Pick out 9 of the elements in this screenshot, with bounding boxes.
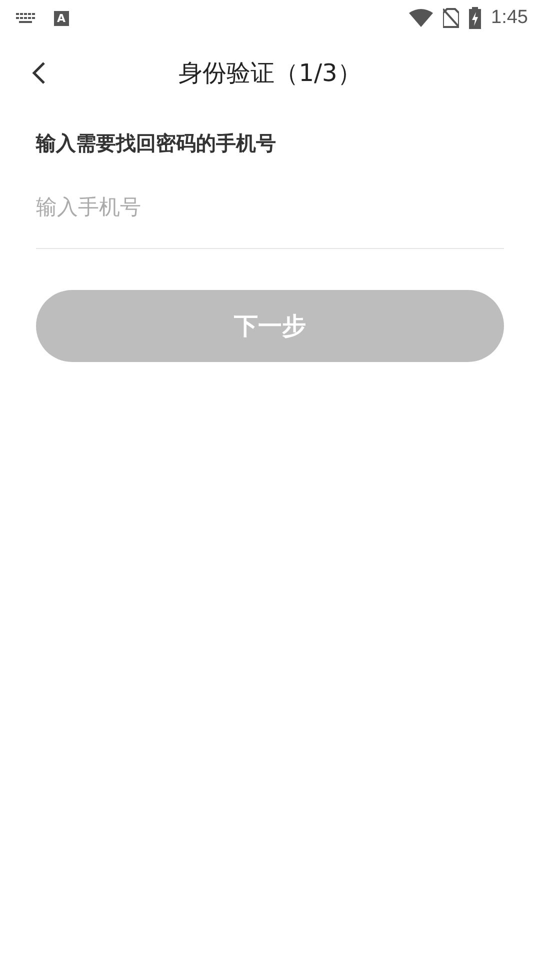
page-title: 身份验证（1/3） [178, 58, 362, 89]
status-time: 1:45 [491, 7, 528, 29]
battery-charging-icon [469, 7, 482, 29]
back-icon[interactable] [32, 61, 46, 85]
prompt-text: 输入需要找回密码的手机号 [36, 130, 277, 157]
wifi-icon [409, 9, 434, 27]
notification-badge: A [54, 10, 69, 26]
keyboard-icon [16, 13, 36, 23]
no-sim-icon [443, 8, 460, 28]
